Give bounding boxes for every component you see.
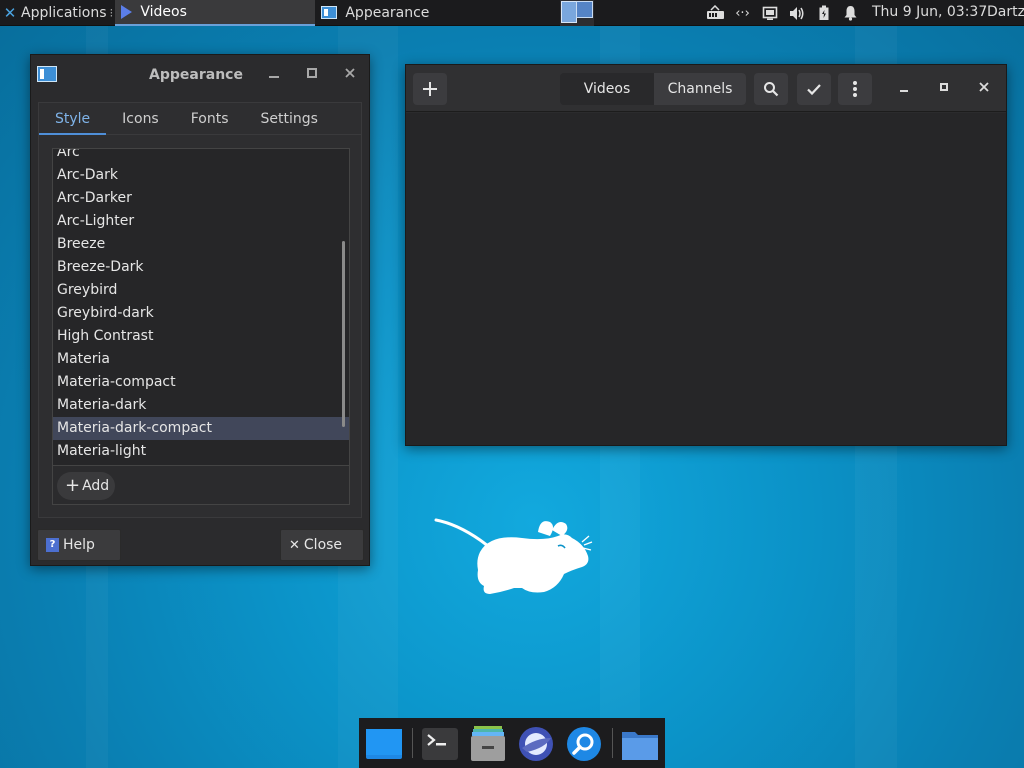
tab-settings[interactable]: Settings bbox=[245, 103, 334, 135]
theme-list-item[interactable]: Materia-light bbox=[53, 440, 349, 463]
theme-list-footer: + Add bbox=[53, 465, 349, 504]
plus-icon: + bbox=[65, 475, 81, 496]
battery-icon[interactable] bbox=[814, 3, 833, 23]
dock-separator bbox=[412, 728, 413, 758]
theme-list-item[interactable]: Arc-Dark bbox=[53, 164, 349, 187]
web-browser-icon bbox=[519, 727, 553, 761]
panel-clock[interactable]: Thu 9 Jun, 03:37 bbox=[872, 4, 987, 20]
applications-label: Applications bbox=[21, 4, 107, 21]
top-panel: ✕ Applications ⁝ Videos Appearance ‹·› T… bbox=[0, 0, 1024, 26]
theme-list-item[interactable]: High Contrast bbox=[53, 325, 349, 348]
dock-file-manager[interactable] bbox=[621, 726, 659, 762]
add-label: Add bbox=[82, 478, 110, 494]
folder-icon bbox=[622, 732, 658, 760]
search-button[interactable] bbox=[754, 73, 788, 105]
taskbar-item-appearance[interactable]: Appearance bbox=[315, 0, 515, 26]
user-menu[interactable]: Dartz bbox=[987, 4, 1024, 20]
videos-headerbar[interactable]: Videos Channels bbox=[406, 65, 1006, 112]
workspace-1[interactable] bbox=[561, 1, 577, 23]
theme-list-item[interactable]: Arc-Lighter bbox=[53, 210, 349, 233]
dock-web-browser[interactable] bbox=[517, 726, 555, 762]
taskbar-item-videos[interactable]: Videos bbox=[115, 0, 316, 26]
volume-icon[interactable] bbox=[787, 3, 806, 23]
archive-drawer-icon bbox=[471, 726, 505, 761]
plus-icon bbox=[423, 82, 437, 96]
tab-bar: Style Icons Fonts Settings bbox=[39, 103, 361, 135]
theme-list-item[interactable]: Materia-dark bbox=[53, 394, 349, 417]
close-window-button[interactable] bbox=[342, 67, 358, 83]
kebab-menu-icon bbox=[853, 81, 857, 97]
xfce-logo-icon: ✕ bbox=[3, 3, 17, 22]
dock-show-desktop[interactable] bbox=[365, 726, 403, 762]
maximize-button[interactable] bbox=[933, 78, 955, 100]
add-button[interactable] bbox=[413, 73, 447, 105]
help-icon: ? bbox=[46, 538, 59, 552]
taskbar-item-label: Appearance bbox=[345, 4, 430, 21]
theme-list-item[interactable]: Breeze bbox=[53, 233, 349, 256]
view-switcher: Videos Channels bbox=[560, 73, 746, 105]
theme-list-item[interactable]: Arc bbox=[53, 149, 349, 164]
select-button[interactable] bbox=[797, 73, 831, 105]
tab-fonts[interactable]: Fonts bbox=[175, 103, 245, 135]
network-icon[interactable] bbox=[706, 3, 725, 23]
checkmark-icon bbox=[807, 84, 821, 96]
display-icon[interactable] bbox=[760, 3, 779, 23]
close-label: Close bbox=[303, 537, 343, 553]
theme-list-items: Arc Arc-Dark Arc-Darker Arc-Lighter Breeze Br… bbox=[53, 149, 349, 463]
help-label: Help bbox=[63, 537, 95, 553]
maximize-button[interactable] bbox=[304, 67, 320, 83]
appearance-window: Appearance Style Icons Fonts Settings Ar… bbox=[30, 54, 370, 566]
theme-list-item[interactable]: Materia-compact bbox=[53, 371, 349, 394]
show-desktop-icon bbox=[366, 729, 402, 759]
add-theme-button[interactable]: + Add bbox=[57, 472, 115, 500]
xfce-mouse-logo-icon bbox=[434, 518, 593, 594]
theme-list-item[interactable]: Materia bbox=[53, 348, 349, 371]
menu-grip-icon: ⁝ bbox=[109, 5, 114, 20]
workspace-switcher[interactable] bbox=[560, 0, 594, 26]
videos-app-icon bbox=[121, 4, 133, 19]
connection-arrows-icon[interactable]: ‹·› bbox=[733, 3, 752, 23]
videos-window: Videos Channels bbox=[405, 64, 1007, 446]
videos-content-area bbox=[406, 113, 1006, 445]
search-icon bbox=[567, 727, 601, 761]
workspace-2[interactable] bbox=[576, 1, 593, 18]
close-window-button[interactable] bbox=[973, 78, 995, 100]
system-tray: ‹·› bbox=[706, 0, 860, 26]
theme-list-scrollbar[interactable] bbox=[342, 241, 345, 427]
theme-list-item[interactable]: Greybird bbox=[53, 279, 349, 302]
help-button[interactable]: ? Help bbox=[37, 529, 121, 561]
terminal-icon bbox=[422, 728, 458, 760]
close-x-icon: ✕ bbox=[289, 537, 300, 553]
minimize-button[interactable] bbox=[266, 67, 282, 83]
dock bbox=[359, 718, 665, 768]
tab-style[interactable]: Style bbox=[39, 103, 107, 135]
appearance-app-icon bbox=[321, 6, 338, 19]
tab-videos[interactable]: Videos bbox=[560, 73, 654, 105]
close-button[interactable]: ✕ Close bbox=[280, 529, 364, 561]
dock-app-finder[interactable] bbox=[565, 726, 603, 762]
theme-list-item[interactable]: Greybird-dark bbox=[53, 302, 349, 325]
theme-list[interactable]: Arc Arc-Dark Arc-Darker Arc-Lighter Breeze Br… bbox=[52, 148, 350, 505]
theme-list-item[interactable]: Breeze-Dark bbox=[53, 256, 349, 279]
theme-list-item[interactable]: Arc-Darker bbox=[53, 187, 349, 210]
minimize-button[interactable] bbox=[893, 78, 915, 100]
appearance-titlebar[interactable]: Appearance bbox=[31, 55, 369, 95]
dock-terminal[interactable] bbox=[421, 726, 459, 762]
taskbar-item-label: Videos bbox=[140, 3, 187, 20]
appearance-notebook: Style Icons Fonts Settings Arc Arc-Dark Ar… bbox=[38, 102, 362, 518]
notifications-bell-icon[interactable] bbox=[841, 3, 860, 23]
dock-archive-manager[interactable] bbox=[469, 726, 507, 762]
tab-icons[interactable]: Icons bbox=[106, 103, 175, 135]
main-menu-button[interactable] bbox=[838, 73, 872, 105]
tab-channels[interactable]: Channels bbox=[654, 73, 746, 105]
theme-list-item[interactable]: Materia-dark-compact bbox=[53, 417, 349, 440]
applications-menu[interactable]: ✕ Applications ⁝ bbox=[0, 0, 115, 26]
search-icon bbox=[764, 82, 779, 97]
dock-separator bbox=[612, 728, 613, 758]
